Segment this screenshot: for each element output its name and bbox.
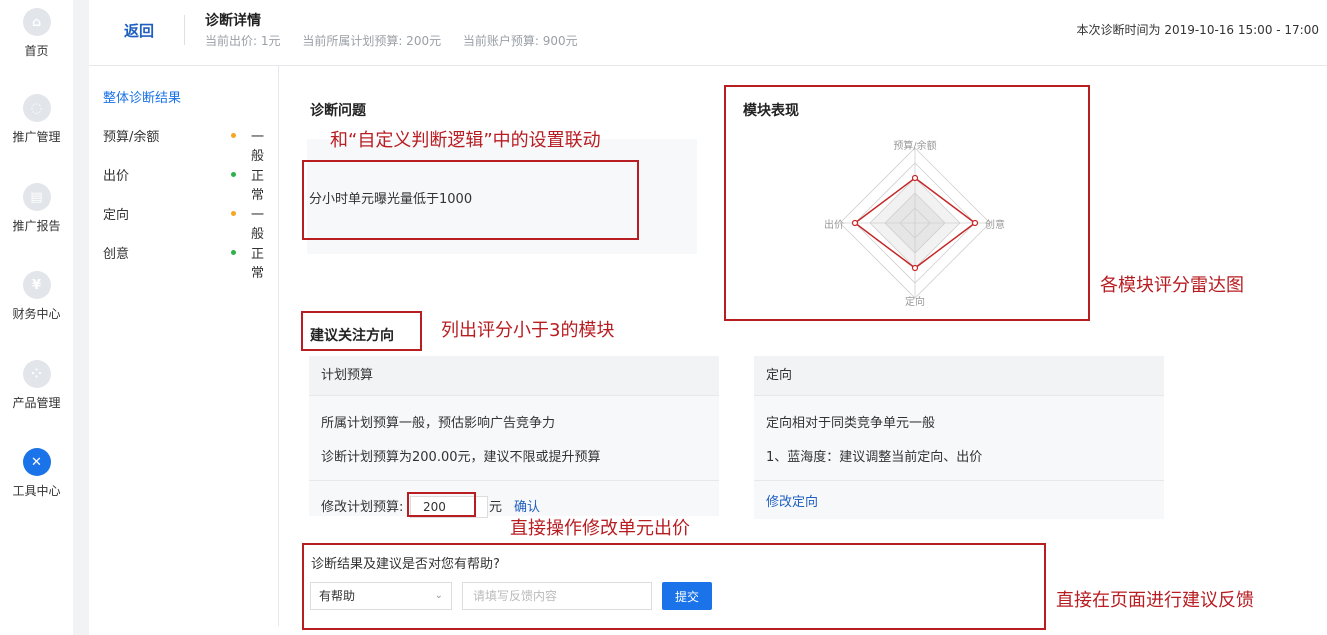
suggest-title: 建议关注方向 [310,328,394,344]
nav-status: 一般 [251,208,265,242]
nav-item-creative[interactable]: 创意 正常 [103,243,273,281]
nav-status: 正常 [251,247,265,281]
confirm-link[interactable]: 确认 [514,496,540,515]
status-dot [231,250,236,255]
plan-budget: 当前所属计划预算: 200元 [302,34,442,48]
page-header: 返回 诊断详情 当前出价: 1元 当前所属计划预算: 200元 当前账户预算: … [89,0,1327,66]
gutter [73,0,89,635]
home-icon: ⌂ [22,8,51,36]
page-title: 诊断详情 [205,13,261,29]
radar-grid [839,147,991,299]
product-icon: ⁘ [22,360,51,388]
nav-status: 正常 [251,169,265,203]
edit-targeting-link[interactable]: 修改定向 [766,491,818,510]
chevron-down-icon: ⌄ [434,590,443,601]
card-footer: 修改定向 [754,480,1164,518]
annotation-box [302,160,639,240]
nav-status: 一般 [251,130,265,164]
nav-item-targeting[interactable]: 定向 一般 [103,204,273,242]
icon-rail: ⌂ 首页 ◌ 推广管理 ▤ 推广报告 ¥ 财务中心 ⁘ 产品管理 ✕ 工具中心 [0,0,73,635]
annotation-box [407,492,476,517]
budget-input-label: 修改计划预算: [321,500,404,515]
diagnosis-title: 诊断问题 [310,103,366,119]
rail-label: 首页 [24,44,49,58]
radar-axis-label: 出价 [824,218,844,231]
radar-point [911,174,919,182]
nav-overall-result[interactable]: 整体诊断结果 [103,87,181,106]
rail-item-report[interactable]: ▤ 推广报告 [0,183,73,234]
rail-item-promotion[interactable]: ◌ 推广管理 [0,94,73,145]
header-subtitle: 当前出价: 1元 当前所属计划预算: 200元 当前账户预算: 900元 [205,32,596,49]
feedback-select[interactable]: 有帮助 ⌄ [310,582,452,610]
card-line: 所属计划预算一般，预估影响广告竞争力 [321,416,556,431]
back-button[interactable]: 返回 [124,20,154,41]
status-dot [231,211,236,216]
feedback-select-value: 有帮助 [319,589,356,603]
budget-card: 计划预算 所属计划预算一般，预估影响广告竞争力 诊断计划预算为200.00元，建… [309,356,719,516]
feedback-question: 诊断结果及建议是否对您有帮助? [311,557,500,572]
annotation-text: 和“自定义判断逻辑”中的设置联动 [330,130,601,151]
status-dot [231,172,236,177]
budget-unit: 元 [489,500,503,515]
current-bid: 当前出价: 1元 [205,34,281,48]
annotation-text: 直接操作修改单元出价 [510,518,690,539]
report-icon: ▤ [22,183,51,211]
card-header: 计划预算 [309,356,719,396]
card-line: 诊断计划预算为200.00元，建议不限或提升预算 [321,450,601,465]
submit-button[interactable]: 提交 [662,582,712,610]
card-line: 1、蓝海度：建议调整当前定向、出价 [766,450,983,465]
radar-point [971,219,979,227]
rail-label: 产品管理 [12,396,61,410]
targeting-card: 定向 定向相对于同类竞争单元一般 1、蓝海度：建议调整当前定向、出价 修改定向 [754,356,1164,519]
account-budget: 当前账户预算: 900元 [462,34,578,48]
radar-point [911,264,919,272]
radar-axis-label: 预算/余额 [893,139,936,152]
nav-item-budget[interactable]: 预算/余额 一般 [103,126,273,164]
annotation-text: 直接在页面进行建议反馈 [1056,590,1254,611]
rail-label: 推广管理 [12,130,61,144]
rail-item-product[interactable]: ⁘ 产品管理 [0,360,73,411]
rail-label: 推广报告 [12,219,61,233]
annotation-text: 各模块评分雷达图 [1100,275,1244,296]
annotation-text: 列出评分小于3的模块 [441,320,615,341]
diagnosis-time: 本次诊断时间为 2019-10-16 15:00 - 17:00 [1076,23,1320,37]
radar-axis-label: 创意 [985,218,1005,231]
tools-icon: ✕ [22,448,51,476]
divider [184,15,185,45]
nav-label: 出价 [103,169,130,184]
rail-item-finance[interactable]: ¥ 财务中心 [0,271,73,322]
rail-label: 工具中心 [12,484,61,498]
nav-label: 预算/余额 [103,130,160,145]
radar-axis-label: 定向 [905,295,925,308]
rail-item-home[interactable]: ⌂ 首页 [0,8,73,59]
finance-icon: ¥ [22,271,51,299]
nav-label: 定向 [103,208,130,223]
feedback-input[interactable] [462,582,652,610]
radar-chart: 预算/余额 创意 定向 出价 [824,139,1005,308]
promotion-icon: ◌ [22,94,51,122]
nav-item-bid[interactable]: 出价 正常 [103,165,273,203]
radar-point [851,219,859,227]
rail-item-tools[interactable]: ✕ 工具中心 [0,448,73,499]
card-header: 定向 [754,356,1164,396]
nav-label: 创意 [103,247,130,262]
status-dot [231,133,236,138]
module-title: 模块表现 [743,103,799,119]
card-line: 定向相对于同类竞争单元一般 [766,416,936,431]
result-nav: 整体诊断结果 预算/余额 一般 出价 正常 定向 一般 创意 正常 [89,66,279,626]
rail-label: 财务中心 [12,307,61,321]
